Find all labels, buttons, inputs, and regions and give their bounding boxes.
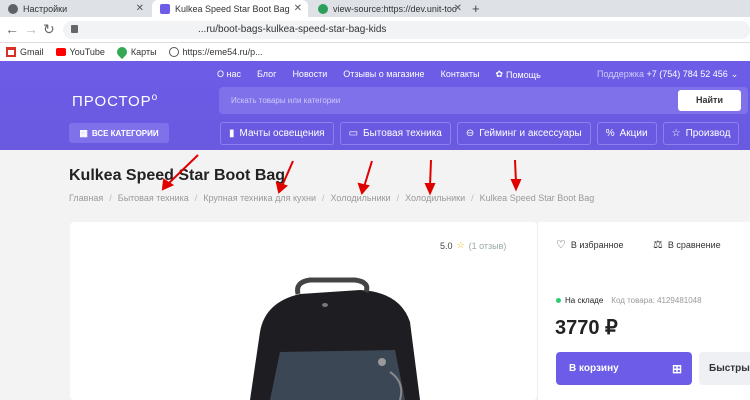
add-to-favorites[interactable]: ♡ В избранное bbox=[556, 238, 624, 251]
annotation-arrowhead bbox=[275, 181, 288, 194]
scales-icon: ⚖ bbox=[653, 239, 663, 251]
annotation-arrow bbox=[429, 159, 432, 187]
add-to-cart-button[interactable]: В корзину ⊞ bbox=[556, 352, 692, 385]
heart-icon: ♡ bbox=[556, 239, 566, 251]
compare-label: В сравнение bbox=[667, 239, 721, 250]
reviews-link[interactable]: (1 отзыв) bbox=[469, 241, 507, 251]
annotation-arrow bbox=[281, 160, 294, 187]
stock-label: На складе bbox=[565, 296, 604, 305]
annotation-arrow bbox=[167, 154, 199, 185]
annotation-arrow bbox=[363, 160, 373, 188]
in-stock-dot-icon bbox=[556, 298, 561, 303]
product-rating: 5.0 ☆ (1 отзыв) bbox=[440, 240, 506, 251]
product-code: Код товара: 4129481048 bbox=[611, 296, 702, 305]
product-price: 3770 ₽ bbox=[555, 317, 618, 339]
cart-button-label: В корзину bbox=[569, 363, 619, 374]
favorites-label: В избранное bbox=[570, 239, 624, 250]
star-icon: ☆ bbox=[456, 240, 465, 250]
rating-value: 5.0 bbox=[440, 240, 453, 251]
stock-status: На складе Код товара: 4129481048 bbox=[556, 296, 702, 305]
quick-buy-button[interactable]: Быстры bbox=[699, 352, 750, 385]
panel-divider bbox=[537, 222, 538, 400]
annotation-arrowhead bbox=[510, 179, 522, 192]
basket-icon: ⊞ bbox=[671, 361, 682, 376]
add-to-compare[interactable]: ⚖ В сравнение bbox=[653, 238, 721, 251]
annotation-arrowhead bbox=[357, 182, 370, 195]
annotation-arrowhead bbox=[424, 183, 436, 196]
